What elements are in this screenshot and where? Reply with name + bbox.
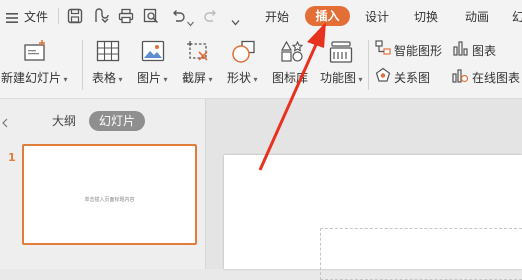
annotation-arrow (258, 22, 326, 171)
